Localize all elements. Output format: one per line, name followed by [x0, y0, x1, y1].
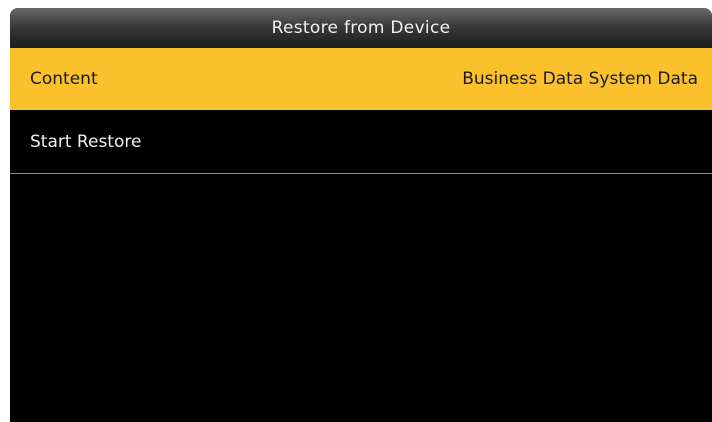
menu-item-start-restore-label: Start Restore: [30, 132, 142, 152]
title-bar: Restore from Device: [10, 8, 712, 49]
menu-item-content-label: Content: [30, 69, 98, 89]
menu-item-content[interactable]: Content Business Data System Data: [10, 48, 712, 110]
menu-item-content-value: Business Data System Data: [462, 69, 698, 89]
device-screen: Restore from Device Content Business Dat…: [10, 8, 712, 422]
divider: [10, 173, 712, 174]
menu-item-start-restore[interactable]: Start Restore: [10, 111, 712, 173]
page-title: Restore from Device: [271, 18, 451, 38]
